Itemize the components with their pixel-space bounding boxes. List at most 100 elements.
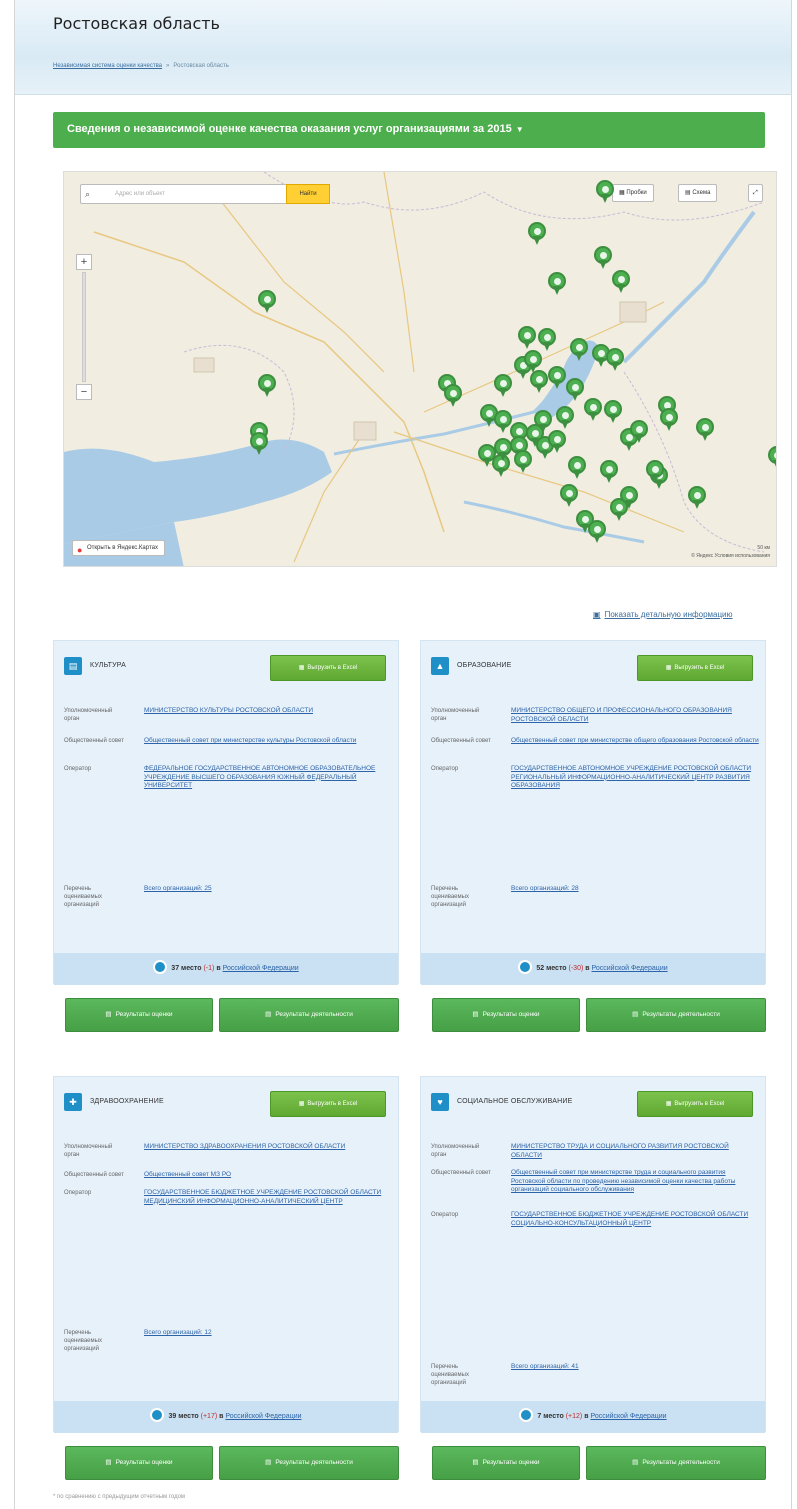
improvement-button[interactable]: ▤ Результаты деятельности [586,998,766,1032]
improvement-button[interactable]: ▤ Результаты деятельности [219,1446,399,1480]
rank-link[interactable]: Российской Федерации [592,965,668,972]
chevron-down-icon[interactable]: ▼ [516,125,524,134]
export-excel-label: Выгрузить в Excel [674,665,725,671]
map-marker-icon[interactable] [560,484,578,508]
open-in-yandex-label: Открыть в Яндекс.Картах [87,545,158,551]
show-details-label: Показать детальную информацию [604,610,733,619]
orgs-label: Перечень оцениваемых организаций [431,886,469,908]
zoom-slider[interactable] [82,272,86,382]
card-title: ОБРАЗОВАНИЕ [457,662,512,669]
operator-link[interactable]: ГОСУДАРСТВЕННОЕ АВТОНОМНОЕ УЧРЕЖДЕНИЕ РО… [511,765,761,791]
map-marker-icon[interactable] [444,384,462,408]
council-label: Общественный совет [431,1170,491,1176]
results-button[interactable]: ▤ Результаты оценки [432,1446,580,1480]
council-link[interactable]: Общественный совет при министерстве труд… [511,1169,761,1195]
results-button[interactable]: ▤ Результаты оценки [65,1446,213,1480]
map-marker-icon[interactable] [494,438,512,462]
organ-link[interactable]: МИНИСТЕРСТВО ОБЩЕГО И ПРОФЕССИОНАЛЬНОГО … [511,707,761,724]
rank-link[interactable]: Российской Федерации [223,965,299,972]
map-marker-icon[interactable] [538,328,556,352]
operator-label: Оператор [64,1190,92,1196]
map-marker-icon[interactable] [600,460,618,484]
map-marker-icon[interactable] [696,418,714,442]
map-marker-icon[interactable] [646,460,664,484]
map-background [64,172,776,566]
excel-icon: ▦ [298,665,305,671]
rank-icon [519,1408,534,1423]
improvement-button[interactable]: ▤ Результаты деятельности [586,1446,766,1480]
map-zoom-control: + − [76,254,92,404]
map-marker-icon[interactable] [588,520,606,544]
map-marker-icon[interactable] [630,420,648,444]
improvement-button[interactable]: ▤ Результаты деятельности [219,998,399,1032]
orgs-link[interactable]: Всего организаций: 12 [144,1329,394,1338]
map-marker-icon[interactable] [548,366,566,390]
results-button[interactable]: ▤ Результаты оценки [432,998,580,1032]
map-marker-icon[interactable] [258,374,276,398]
map-traffic-label: Пробки [626,190,647,196]
organ-link[interactable]: МИНИСТЕРСТВО КУЛЬТУРЫ РОСТОВСКОЙ ОБЛАСТИ [144,707,394,716]
orgs-link[interactable]: Всего организаций: 41 [511,1363,761,1372]
map-marker-icon[interactable] [568,456,586,480]
map-marker-icon[interactable] [660,408,678,432]
banner-year[interactable]: 2015 [487,123,511,135]
organ-link[interactable]: МИНИСТЕРСТВО ТРУДА И СОЦИАЛЬНОГО РАЗВИТИ… [511,1143,761,1160]
excel-icon: ▦ [298,1101,305,1107]
zoom-in-button[interactable]: + [76,254,92,270]
map-marker-icon[interactable] [620,486,638,510]
orgs-link[interactable]: Всего организаций: 28 [511,885,761,894]
organ-label: Уполномоченный орган [64,708,113,722]
operator-link[interactable]: ГОСУДАРСТВЕННОЕ БЮДЖЕТНОЕ УЧРЕЖДЕНИЕ РОС… [511,1211,761,1228]
export-excel-button[interactable]: ▦ Выгрузить в Excel [270,655,386,681]
map-marker-icon[interactable] [518,326,536,350]
fullscreen-icon[interactable]: ⤢ [748,184,763,202]
map-marker-icon[interactable] [596,180,614,204]
map-marker-icon[interactable] [566,378,584,402]
map-search-button[interactable]: Найти [286,184,330,204]
results-button[interactable]: ▤ Результаты оценки [65,998,213,1032]
map-marker-icon[interactable] [612,270,630,294]
map-marker-icon[interactable] [250,432,268,456]
map-marker-icon[interactable] [548,272,566,296]
map-marker-icon[interactable] [584,398,602,422]
map-marker-icon[interactable] [604,400,622,424]
open-in-yandex-button[interactable]: ● Открыть в Яндекс.Картах [72,540,165,556]
orgs-link[interactable]: Всего организаций: 25 [144,885,394,894]
map-marker-icon[interactable] [514,450,532,474]
breadcrumb-link-home[interactable]: Независимая система оценки качества [53,63,162,69]
map-search-input[interactable]: Адрес или объект [115,191,165,197]
map-layers-button[interactable]: ▤ Схема [678,184,718,202]
map-marker-icon[interactable] [688,486,706,510]
export-excel-button[interactable]: ▦ Выгрузить в Excel [270,1091,386,1117]
card-title: СОЦИАЛЬНОЕ ОБСЛУЖИВАНИЕ [457,1098,573,1105]
council-link[interactable]: Общественный совет при министерстве куль… [144,737,394,746]
map-traffic-button[interactable]: ▦ Пробки [612,184,654,202]
export-excel-button[interactable]: ▦ Выгрузить в Excel [637,1091,753,1117]
organ-link[interactable]: МИНИСТЕРСТВО ЗДРАВООХРАНЕНИЯ РОСТОВСКОЙ … [144,1143,394,1152]
map-marker-icon[interactable] [528,222,546,246]
operator-link[interactable]: ФЕДЕРАЛЬНОЕ ГОСУДАРСТВЕННОЕ АВТОНОМНОЕ О… [144,765,394,791]
improvement-label: Результаты деятельности [642,1011,720,1018]
show-details-link[interactable]: ▣ Показать детальную информацию [593,610,733,619]
rank-bar: 37 место (-1) в Российской Федерации [54,953,398,985]
rank-link[interactable]: Российской Федерации [225,1413,301,1420]
map-marker-icon[interactable] [606,348,624,372]
map-marker-icon[interactable] [548,430,566,454]
council-label: Общественный совет [64,738,124,744]
year-banner[interactable]: Сведения о независимой оценке качества о… [53,112,765,148]
operator-link[interactable]: ГОСУДАРСТВЕННОЕ БЮДЖЕТНОЕ УЧРЕЖДЕНИЕ РОС… [144,1189,394,1206]
export-excel-button[interactable]: ▦ Выгрузить в Excel [637,655,753,681]
zoom-out-button[interactable]: − [76,384,92,400]
map-marker-icon[interactable] [768,446,776,470]
council-link[interactable]: Общественный совет при министерстве обще… [511,737,761,746]
map-marker-icon[interactable] [570,338,588,362]
map-marker-icon[interactable] [556,406,574,430]
map-marker-icon[interactable] [494,374,512,398]
health-icon: ✚ [64,1093,82,1111]
map-marker-icon[interactable] [530,370,548,394]
map-marker-icon[interactable] [258,290,276,314]
rank-link[interactable]: Российской Федерации [590,1413,666,1420]
region-map[interactable]: ⌕ Адрес или объект Найти ▦ Пробки ▤ Схем… [63,171,777,567]
map-marker-icon[interactable] [594,246,612,270]
council-link[interactable]: Общественный совет МЗ РО [144,1171,394,1180]
